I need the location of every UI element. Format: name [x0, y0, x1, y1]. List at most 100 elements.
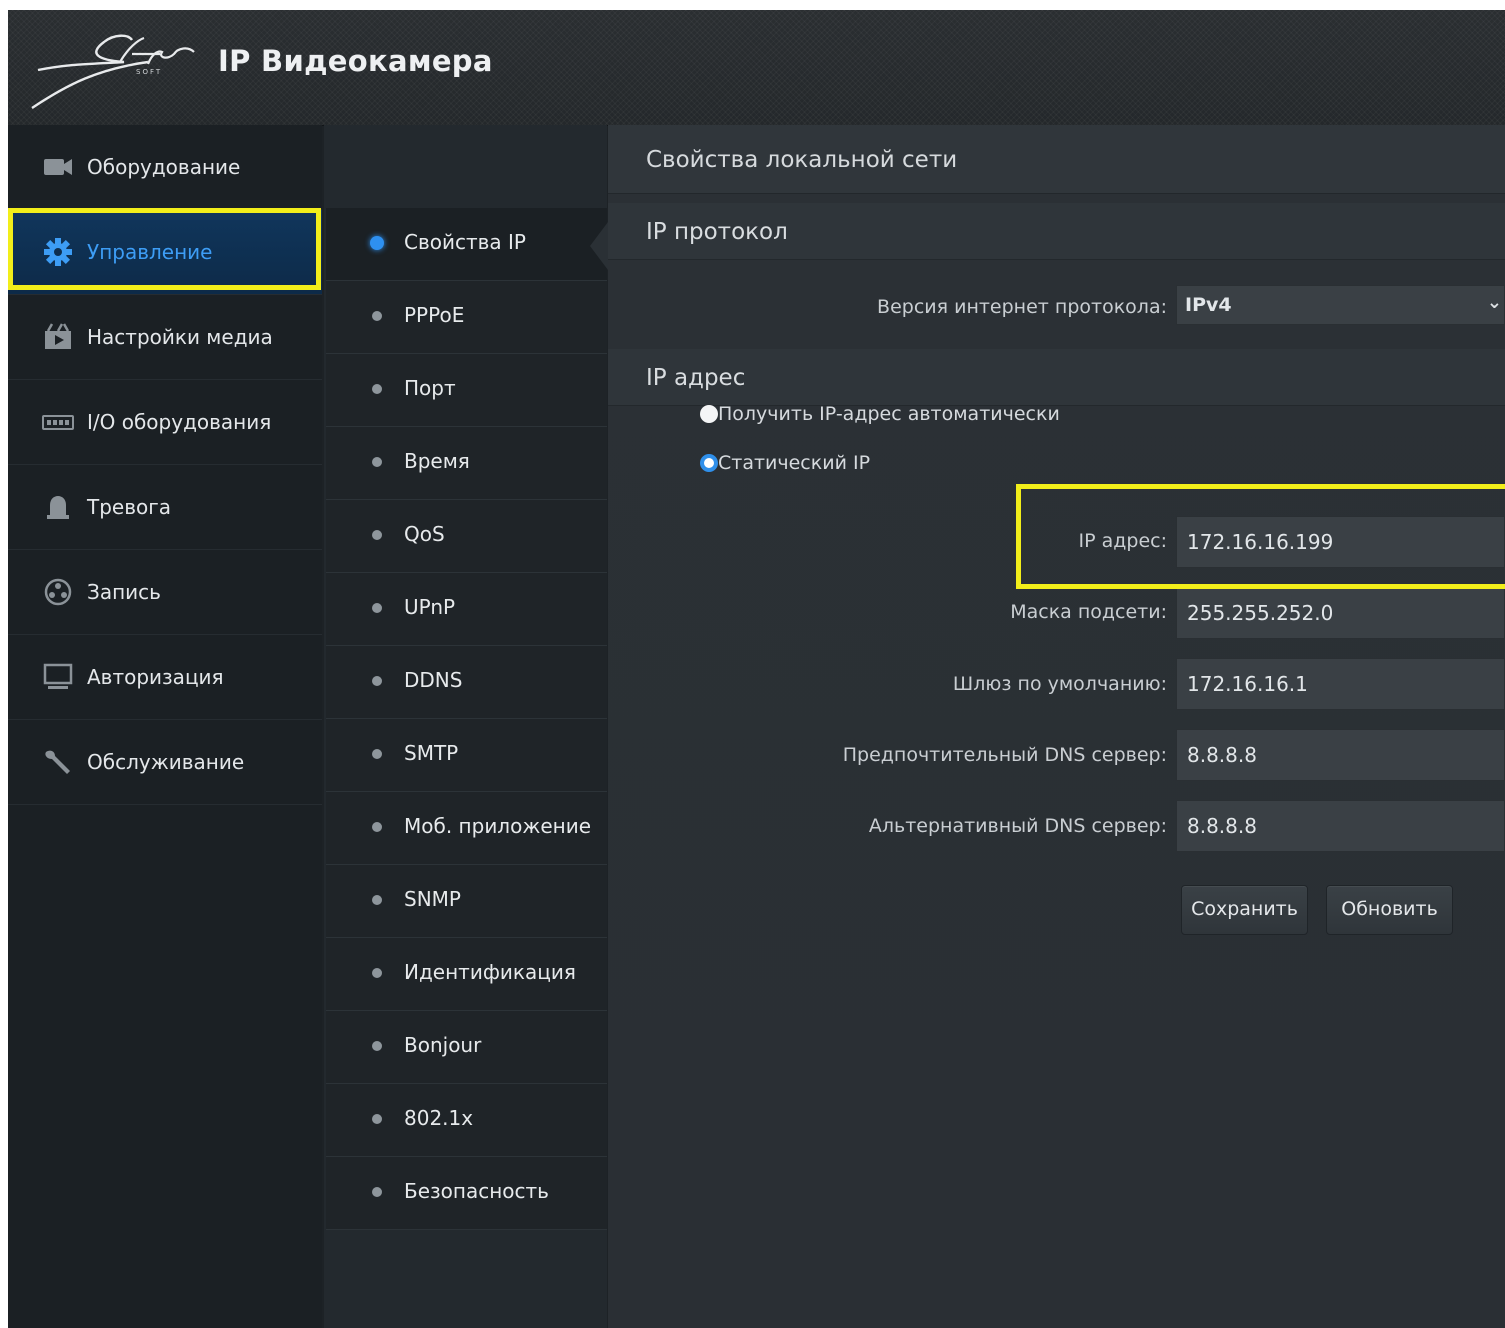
main-sidebar: Оборудование Управление Настройки медиа …: [8, 125, 322, 1328]
sidebar-item-label: Оборудование: [87, 155, 241, 179]
media-icon: [45, 323, 71, 349]
ip-address-field[interactable]: 172.16.16.199: [1176, 516, 1505, 568]
section-title: IP протокол: [646, 219, 788, 245]
sidebar-item-label: Тревога: [87, 495, 172, 519]
radio-auto-ip[interactable]: Получить IP-адрес автоматически: [700, 403, 1060, 425]
sidebar-item-io[interactable]: I/O оборудования: [8, 380, 322, 465]
section-ip-protocol: IP протокол: [608, 203, 1505, 260]
camera-icon: [44, 159, 72, 175]
submenu-item-label: QoS: [404, 522, 445, 546]
record-icon: [44, 578, 72, 606]
bullet-icon: [372, 1114, 382, 1124]
monitor-icon: [43, 663, 73, 689]
submenu-item-label: SMTP: [404, 741, 459, 765]
submenu-item-label: Время: [404, 449, 470, 473]
protocol-version-label: Версия интернет протокола:: [877, 296, 1167, 318]
active-pointer-arrow: [590, 222, 608, 270]
section-title: IP адрес: [646, 365, 746, 391]
radio-button-checked-icon[interactable]: [700, 454, 718, 472]
submenu-item-pppoe[interactable]: PPPoE: [326, 281, 607, 354]
main-title-bar: Свойства локальной сети: [608, 125, 1505, 194]
gateway-field[interactable]: 172.16.16.1: [1176, 658, 1505, 710]
sidebar-item-label: Настройки медиа: [87, 325, 273, 349]
submenu-item-label: SNMP: [404, 887, 461, 911]
submenu-item-label: UPnP: [404, 595, 456, 619]
main-panel: Свойства локальной сети IP протокол Верс…: [608, 125, 1505, 1328]
bullet-icon: [372, 822, 382, 832]
bullet-icon: [372, 603, 382, 613]
submenu-item-time[interactable]: Время: [326, 427, 607, 500]
submenu-item-bonjour[interactable]: Bonjour: [326, 1011, 607, 1084]
header-bar: SOFT IP Видеокамера: [8, 10, 1505, 126]
chevron-down-icon: ⌄: [1486, 292, 1502, 313]
submenu-item-ip-properties[interactable]: Свойства IP: [326, 208, 607, 281]
dns-alternate-field[interactable]: 8.8.8.8: [1176, 800, 1505, 852]
protocol-version-select[interactable]: IPv4 ⌄: [1176, 285, 1505, 325]
submenu-item-label: DDNS: [404, 668, 463, 692]
gateway-label: Шлюз по умолчанию:: [952, 673, 1167, 695]
sidebar-item-management[interactable]: Управление: [8, 210, 322, 295]
stic-logo-icon: SOFT: [31, 34, 195, 109]
submenu-item-label: PPPoE: [404, 303, 465, 327]
submenu-item-label: 802.1x: [404, 1106, 474, 1130]
submenu-item-mobile-app[interactable]: Моб. приложение: [326, 792, 607, 865]
bullet-icon: [372, 968, 382, 978]
bullet-icon: [372, 530, 382, 540]
bullet-icon: [372, 895, 382, 905]
sidebar-item-label: I/O оборудования: [87, 410, 272, 434]
submenu-item-security[interactable]: Безопасность: [326, 1157, 607, 1230]
app-window: SOFT IP Видеокамера Оборудование Управле…: [8, 10, 1505, 1328]
submenu-item-label: Безопасность: [404, 1179, 549, 1203]
wrench-icon: [45, 750, 70, 774]
section-ip-address: IP адрес: [608, 349, 1505, 406]
submenu-item-identification[interactable]: Идентификация: [326, 938, 607, 1011]
submenu-item-label: Порт: [404, 376, 456, 400]
sidebar-item-alarm[interactable]: Тревога: [8, 465, 322, 550]
bullet-icon: [372, 1187, 382, 1197]
subnet-mask-label: Маска подсети:: [1010, 601, 1167, 623]
subnet-mask-field[interactable]: 255.255.252.0: [1176, 587, 1505, 639]
sidebar-item-label: Авторизация: [87, 665, 224, 689]
io-icon: [42, 415, 74, 430]
submenu-item-8021x[interactable]: 802.1x: [326, 1084, 607, 1157]
submenu-item-upnp[interactable]: UPnP: [326, 573, 607, 646]
submenu-item-ddns[interactable]: DDNS: [326, 646, 607, 719]
sidebar-item-label: Обслуживание: [87, 750, 245, 774]
save-button[interactable]: Сохранить: [1181, 885, 1308, 935]
submenu-panel: Свойства IP PPPoE Порт Время QoS UPnP DD…: [324, 125, 607, 1328]
sidebar-item-label: Запись: [87, 580, 161, 604]
bullet-icon: [372, 749, 382, 759]
submenu-item-label: Идентификация: [404, 960, 576, 984]
dns-primary-label: Предпочтительный DNS сервер:: [842, 744, 1167, 766]
sidebar-item-maintenance[interactable]: Обслуживание: [8, 720, 322, 805]
bullet-icon: [370, 236, 384, 250]
bullet-icon: [372, 1041, 382, 1051]
radio-button-icon[interactable]: [700, 405, 718, 423]
dns-alternate-label: Альтернативный DNS сервер:: [868, 815, 1167, 837]
radio-static-ip-label: Статический IP: [718, 452, 871, 474]
radio-static-ip[interactable]: Статический IP: [700, 452, 870, 474]
gear-icon: [44, 238, 72, 266]
protocol-version-value: IPv4: [1185, 294, 1232, 316]
sidebar-item-media-settings[interactable]: Настройки медиа: [8, 295, 322, 380]
submenu-item-port[interactable]: Порт: [326, 354, 607, 427]
submenu-item-label: Bonjour: [404, 1033, 482, 1057]
bullet-icon: [372, 311, 382, 321]
dns-primary-field[interactable]: 8.8.8.8: [1176, 729, 1505, 781]
submenu-item-smtp[interactable]: SMTP: [326, 719, 607, 792]
submenu-item-label: Моб. приложение: [404, 814, 592, 838]
ip-address-label: IP адрес:: [1078, 530, 1167, 552]
alarm-icon: [47, 496, 69, 519]
sidebar-item-record[interactable]: Запись: [8, 550, 322, 635]
app-title: IP Видеокамера: [218, 44, 493, 78]
refresh-button[interactable]: Обновить: [1326, 885, 1453, 935]
sidebar-item-equipment[interactable]: Оборудование: [8, 125, 322, 210]
bullet-icon: [372, 676, 382, 686]
submenu-item-qos[interactable]: QoS: [326, 500, 607, 573]
sidebar-item-authorization[interactable]: Авторизация: [8, 635, 322, 720]
submenu-item-label: Свойства IP: [404, 230, 526, 254]
bullet-icon: [372, 384, 382, 394]
page-title: Свойства локальной сети: [646, 147, 958, 173]
submenu-item-snmp[interactable]: SNMP: [326, 865, 607, 938]
svg-text:SOFT: SOFT: [136, 68, 162, 76]
